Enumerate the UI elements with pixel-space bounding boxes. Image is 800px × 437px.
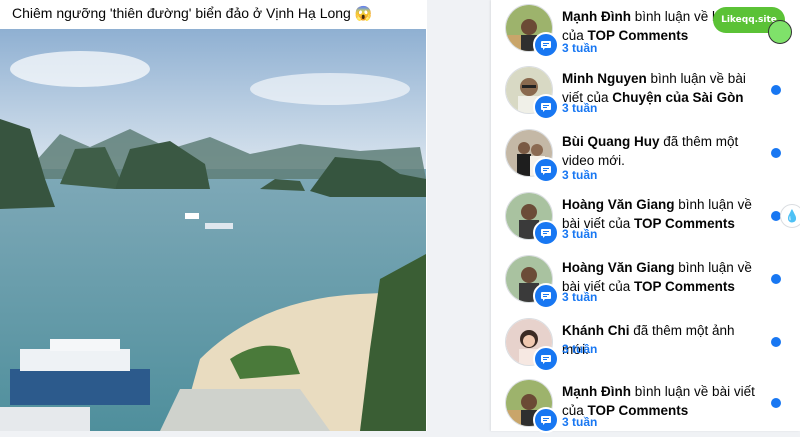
notification-item[interactable]: Hoàng Văn Giang bình luận về bài viết củ…: [491, 253, 791, 313]
avatar: [505, 379, 559, 433]
notification-time: 3 tuần: [562, 227, 598, 241]
avatar: [505, 192, 559, 246]
notification-time: 3 tuần: [562, 290, 598, 304]
notification-time: 3 tuần: [562, 342, 598, 356]
feed-gap: [427, 0, 491, 431]
avatar: [505, 66, 559, 120]
notification-item[interactable]: Minh Nguyen bình luận về bài viết của Ch…: [491, 64, 791, 124]
notification-item[interactable]: Hoàng Văn Giang bình luận về bài viết củ…: [491, 190, 791, 250]
bay-landscape-image: [0, 29, 426, 431]
comment-icon: [533, 220, 559, 246]
unread-dot: [771, 398, 781, 408]
comment-icon: [533, 407, 559, 433]
unread-dot: [771, 85, 781, 95]
comment-icon: [533, 32, 559, 58]
notification-item[interactable]: Bùi Quang Huy đã thêm một video mới. 3 t…: [491, 127, 791, 187]
notification-time: 3 tuần: [562, 101, 598, 115]
post-image[interactable]: [0, 29, 426, 431]
photo-icon: [533, 346, 559, 372]
notification-item[interactable]: Mạnh Đình bình luận về bài viết của TOP …: [491, 377, 791, 437]
avatar: [505, 318, 559, 372]
notification-time: 3 tuần: [562, 168, 598, 182]
post-caption: Chiêm ngưỡng 'thiên đường' biển đảo ở Vị…: [12, 5, 373, 21]
avatar: [505, 4, 559, 58]
avatar: [505, 129, 559, 183]
notification-time: 3 tuần: [562, 415, 598, 429]
droplet-icon[interactable]: 💧: [780, 204, 800, 228]
video-icon: [533, 157, 559, 183]
unread-dot: [771, 337, 781, 347]
post-card: Chiêm ngưỡng 'thiên đường' biển đảo ở Vị…: [0, 0, 427, 431]
notification-time: 3 tuần: [562, 41, 598, 55]
notification-text: Bùi Quang Huy đã thêm một video mới.: [562, 134, 739, 168]
avatar: [505, 255, 559, 309]
unread-dot: [771, 274, 781, 284]
notification-item[interactable]: Khánh Chi đã thêm một ảnh mới. 3 tuần: [491, 316, 791, 376]
comment-icon: [533, 283, 559, 309]
comment-icon: [533, 94, 559, 120]
unread-dot: [771, 148, 781, 158]
notifications-panel: Mạnh Đình bình luận về bài viết của TOP …: [491, 0, 800, 433]
smiley-icon: [768, 20, 792, 44]
